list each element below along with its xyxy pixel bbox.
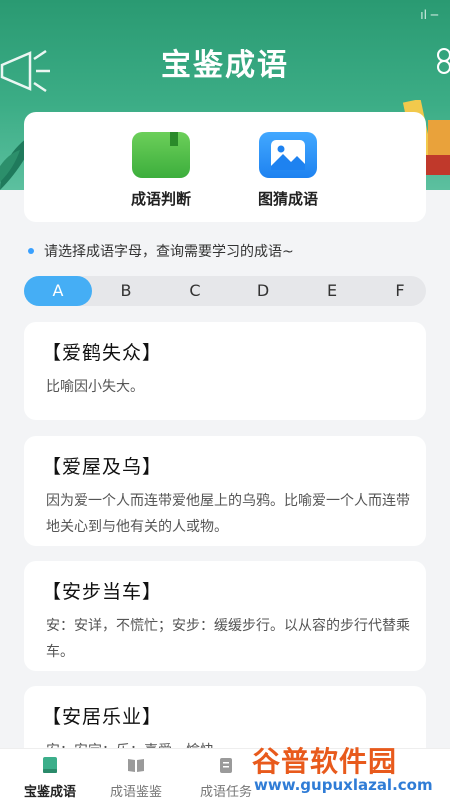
idiom-word: 【爱屋及乌】	[42, 456, 163, 478]
open-book-icon	[128, 759, 144, 772]
status-bar-icons: ıl ─	[420, 8, 438, 22]
book-stack-icon	[43, 757, 57, 773]
watermark: 谷普软件园 www.gupuxlazal.com	[248, 740, 450, 798]
nav-label: 宝鉴成语	[23, 785, 76, 800]
nav-item-home[interactable]: 宝鉴成语	[0, 755, 100, 800]
tab-letter-c[interactable]: C	[161, 276, 229, 306]
hint-text: 请选择成语字母，查询需要学习的成语~	[44, 244, 294, 260]
nav-item-appreciate[interactable]: 成语鉴鉴	[86, 755, 186, 800]
idiom-card[interactable]: 【安步当车】 安：安详，不慌忙；安步：缓缓步行。以从容的步行代替乘车。	[24, 561, 426, 671]
clipboard-icon	[220, 758, 232, 773]
feature-picture-guess[interactable]: 图猜成语	[233, 132, 343, 209]
feature-idiom-judge[interactable]: 成语判断	[106, 132, 216, 209]
hint-row: 请选择成语字母，查询需要学习的成语~	[28, 240, 428, 262]
app-title: 宝鉴成语	[161, 48, 289, 83]
idiom-word: 【安居乐业】	[42, 706, 163, 728]
tab-letter-b[interactable]: B	[92, 276, 160, 306]
letter-tabs: A B C D E F	[24, 276, 426, 306]
tab-letter-e[interactable]: E	[298, 276, 366, 306]
image-icon	[259, 132, 317, 178]
tab-letter-a[interactable]: A	[24, 276, 92, 306]
tab-letter-d[interactable]: D	[229, 276, 297, 306]
feature-label: 图猜成语	[257, 190, 318, 208]
idiom-word: 【爱鹤失众】	[42, 342, 163, 364]
idiom-meaning: 因为爱一个人而连带爱他屋上的乌鸦。比喻爱一个人而连带地关心到与他有关的人或物。	[46, 493, 410, 535]
idiom-meaning: 比喻因小失大。	[46, 379, 144, 395]
watermark-brand: 谷普软件园	[252, 745, 398, 778]
watermark-url: www.gupuxlazal.com	[254, 776, 433, 794]
nav-label: 成语鉴鉴	[109, 785, 162, 800]
feature-label: 成语判断	[130, 190, 191, 208]
idiom-card[interactable]: 【爱鹤失众】 比喻因小失大。	[24, 322, 426, 420]
bullet-dot-icon	[28, 248, 34, 254]
book-icon	[132, 132, 190, 178]
tab-letter-f[interactable]: F	[366, 276, 434, 306]
feature-card: 成语判断 图猜成语	[24, 112, 426, 222]
idiom-meaning: 安：安详，不慌忙；安步：缓缓步行。以从容的步行代替乘车。	[46, 618, 410, 660]
idiom-card[interactable]: 【爱屋及乌】 因为爱一个人而连带爱他屋上的乌鸦。比喻爱一个人而连带地关心到与他有…	[24, 436, 426, 546]
idiom-word: 【安步当车】	[42, 581, 163, 603]
